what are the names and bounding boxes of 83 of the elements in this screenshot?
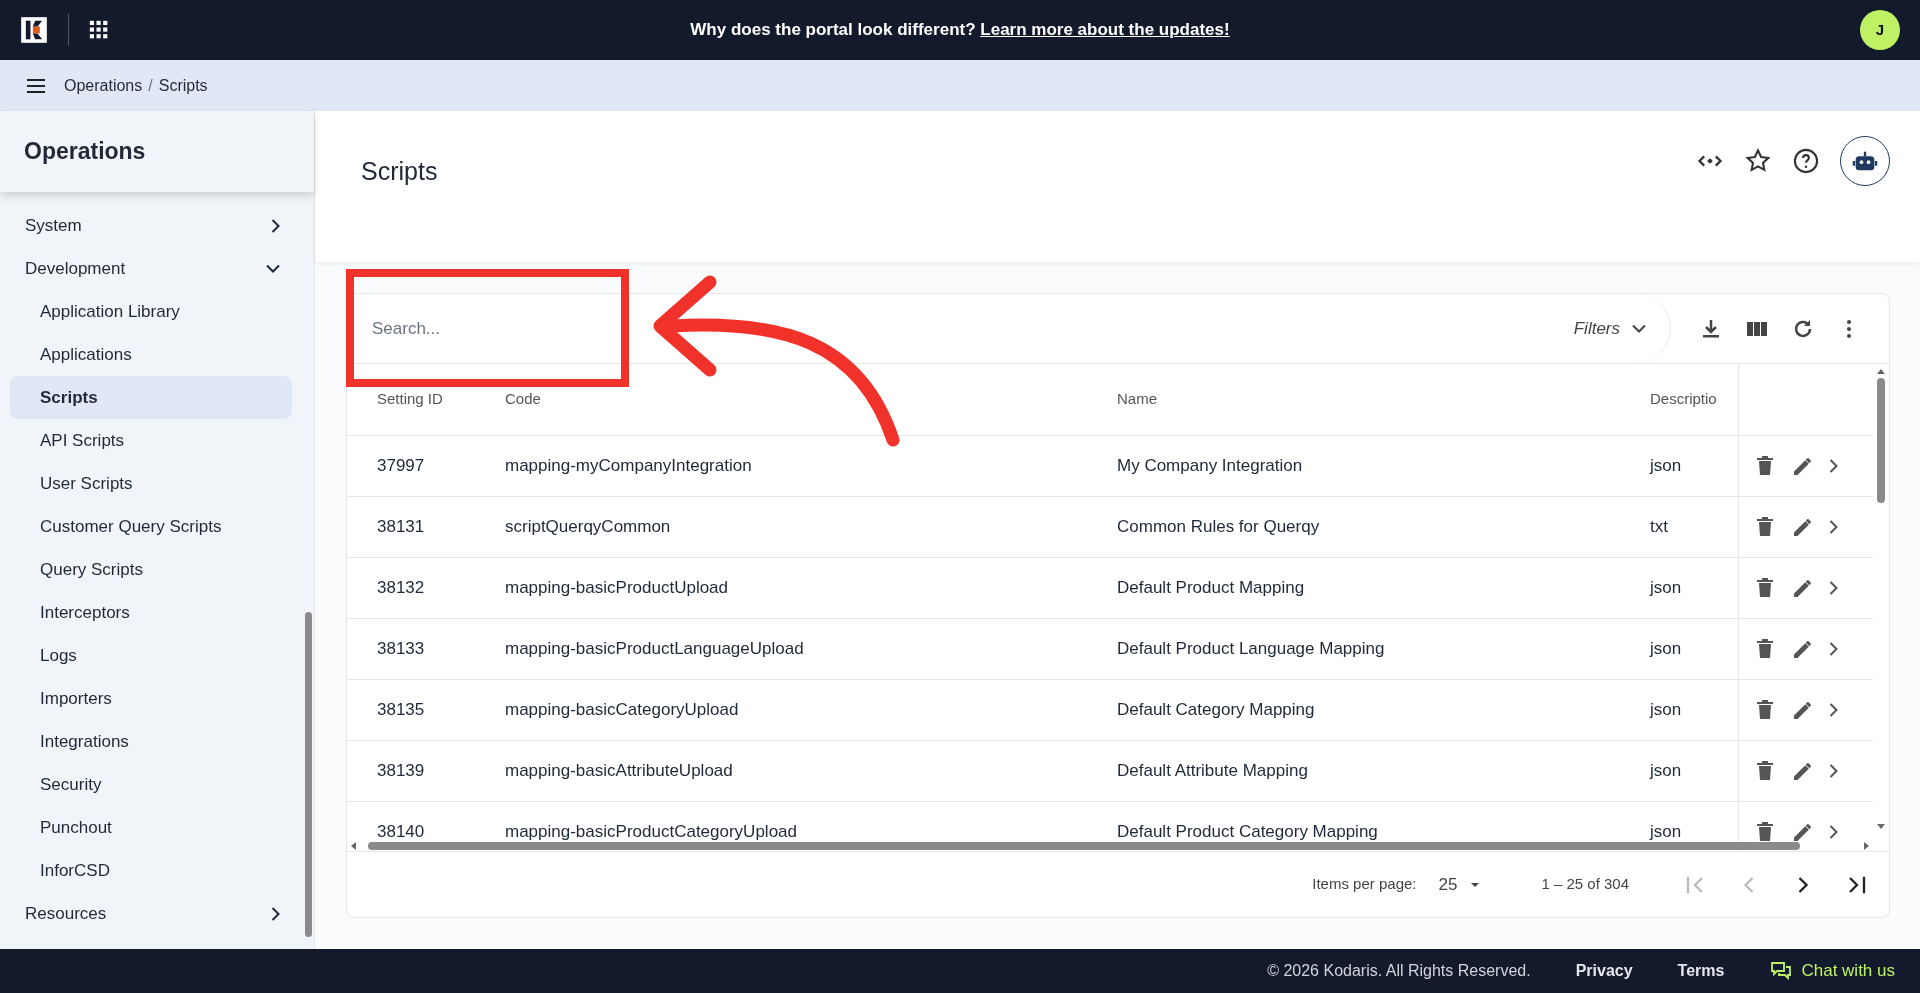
sidebar-item[interactable]: Punchout <box>10 806 292 849</box>
chevron-right-icon[interactable] <box>1829 459 1838 473</box>
table-cell-text: json <box>1650 577 1683 600</box>
table-cell-text: 38132 <box>376 577 426 600</box>
table-cell-text: 38135 <box>376 699 426 722</box>
table-cell-text: Default Attribute Mapping <box>1117 760 1309 783</box>
column-header[interactable]: Code <box>505 388 1117 411</box>
chevron-right-icon <box>271 906 280 921</box>
apps-grid-icon[interactable] <box>89 20 109 40</box>
table-cell-text: txt <box>1650 516 1669 539</box>
user-avatar[interactable]: J <box>1860 10 1900 50</box>
sidebar-item[interactable]: Scripts <box>10 376 292 419</box>
chevron-right-icon[interactable] <box>1829 642 1838 656</box>
column-header[interactable]: Descriptio <box>1650 388 1738 411</box>
table-cell-text: json <box>1650 699 1683 722</box>
filters-dropdown[interactable]: Filters <box>1573 315 1646 342</box>
table-cell-text: 38133 <box>376 638 426 661</box>
table-cell-text: mapping-basicAttributeUpload <box>505 760 734 783</box>
breadcrumb-separator: / <box>148 75 153 96</box>
sidebar-item[interactable]: Importers <box>10 677 292 720</box>
table-cell-text: Default Product Mapping <box>1117 577 1306 600</box>
table-cell-text: 38139 <box>376 760 426 783</box>
table-cell-text: json <box>1650 638 1683 661</box>
chevron-right-icon[interactable] <box>1829 520 1838 534</box>
table-cell-text: Default Product Category Mapping <box>1117 821 1379 844</box>
chevron-right-icon <box>271 218 280 233</box>
assistant-button[interactable] <box>1840 136 1890 186</box>
announcement-text: Why does the portal look different? Learn more about the updates! <box>690 20 1230 40</box>
sidebar-item[interactable]: Security <box>10 763 292 806</box>
sidebar-item[interactable]: Interceptors <box>10 591 292 634</box>
footer-link[interactable]: Terms <box>1677 959 1725 983</box>
chevron-right-icon[interactable] <box>1829 764 1838 778</box>
chat-button[interactable]: Chat with us <box>1769 958 1895 984</box>
sidebar-item[interactable]: Query Scripts <box>10 548 292 591</box>
items-per-page-label: Items per page: <box>1312 874 1417 895</box>
column-header[interactable]: Name <box>1117 388 1650 411</box>
help-icon[interactable] <box>1792 147 1820 175</box>
sidebar-section[interactable]: System <box>10 204 292 247</box>
table-cell-text: 37997 <box>376 455 426 478</box>
footer-link[interactable]: Privacy <box>1575 959 1633 983</box>
chevron-down-icon <box>1632 324 1646 333</box>
sidebar-title: Operations <box>0 111 314 192</box>
chevron-right-icon[interactable] <box>1829 825 1838 839</box>
page-size-select[interactable]: 25 <box>1438 871 1482 898</box>
sidebar-section[interactable]: Resources <box>10 892 292 935</box>
table-cell-text: json <box>1650 455 1683 478</box>
table-cell-text: My Company Integration <box>1117 455 1304 478</box>
sidebar-item[interactable]: Application Library <box>10 290 292 333</box>
sidebar-item[interactable]: Applications <box>10 333 292 376</box>
learn-more-link[interactable]: Learn more about the updates! <box>980 20 1230 40</box>
column-header[interactable]: Setting ID <box>347 388 505 411</box>
copyright-text: © 2026 Kodaris. All Rights Reserved. <box>1267 961 1531 981</box>
breadcrumb-link[interactable]: Operations <box>64 73 143 98</box>
table-cell-text: 38140 <box>376 821 426 844</box>
table-cell-text: Default Category Mapping <box>1117 699 1316 722</box>
chevron-right-icon[interactable] <box>1829 581 1838 595</box>
table-cell-text: json <box>1650 760 1683 783</box>
table-cell-text: mapping-myCompanyIntegration <box>505 455 753 478</box>
table-cell-text: mapping-basicProductCategoryUpload <box>505 821 798 844</box>
sidebar-item[interactable]: User Scripts <box>10 462 292 505</box>
table-cell-text: mapping-basicProductUpload <box>505 577 730 600</box>
table-cell-text: 38131 <box>376 516 426 539</box>
page-range: 1 – 25 of 304 <box>1541 874 1629 895</box>
chevron-down-icon <box>266 264 280 273</box>
sidebar-section[interactable]: Development <box>10 247 292 290</box>
chevron-right-icon[interactable] <box>1829 703 1838 717</box>
table-cell-text: Default Product Language Mapping <box>1117 638 1386 661</box>
search-field[interactable]: Search... Filters <box>347 294 1671 363</box>
logo-icon[interactable] <box>20 16 48 44</box>
sidebar-item[interactable]: InforCSD <box>10 849 292 892</box>
sidebar-item[interactable]: API Scripts <box>10 419 292 462</box>
table-cell-text: mapping-basicProductLanguageUpload <box>505 638 805 661</box>
table-cell-text: scriptQuerqyCommon <box>505 516 672 539</box>
star-icon[interactable] <box>1744 147 1772 175</box>
breadcrumb-link[interactable]: Scripts <box>158 73 208 98</box>
chat-icon <box>1769 959 1794 983</box>
sidebar-item[interactable]: Customer Query Scripts <box>10 505 292 548</box>
table-cell-text: mapping-basicCategoryUpload <box>505 699 740 722</box>
table-cell-text: json <box>1650 821 1683 844</box>
sidebar-item[interactable]: Integrations <box>10 720 292 763</box>
page-title: Scripts <box>361 156 438 187</box>
table-cell-text: Common Rules for Querqy <box>1117 516 1321 539</box>
sidebar-item[interactable]: Logs <box>10 634 292 677</box>
